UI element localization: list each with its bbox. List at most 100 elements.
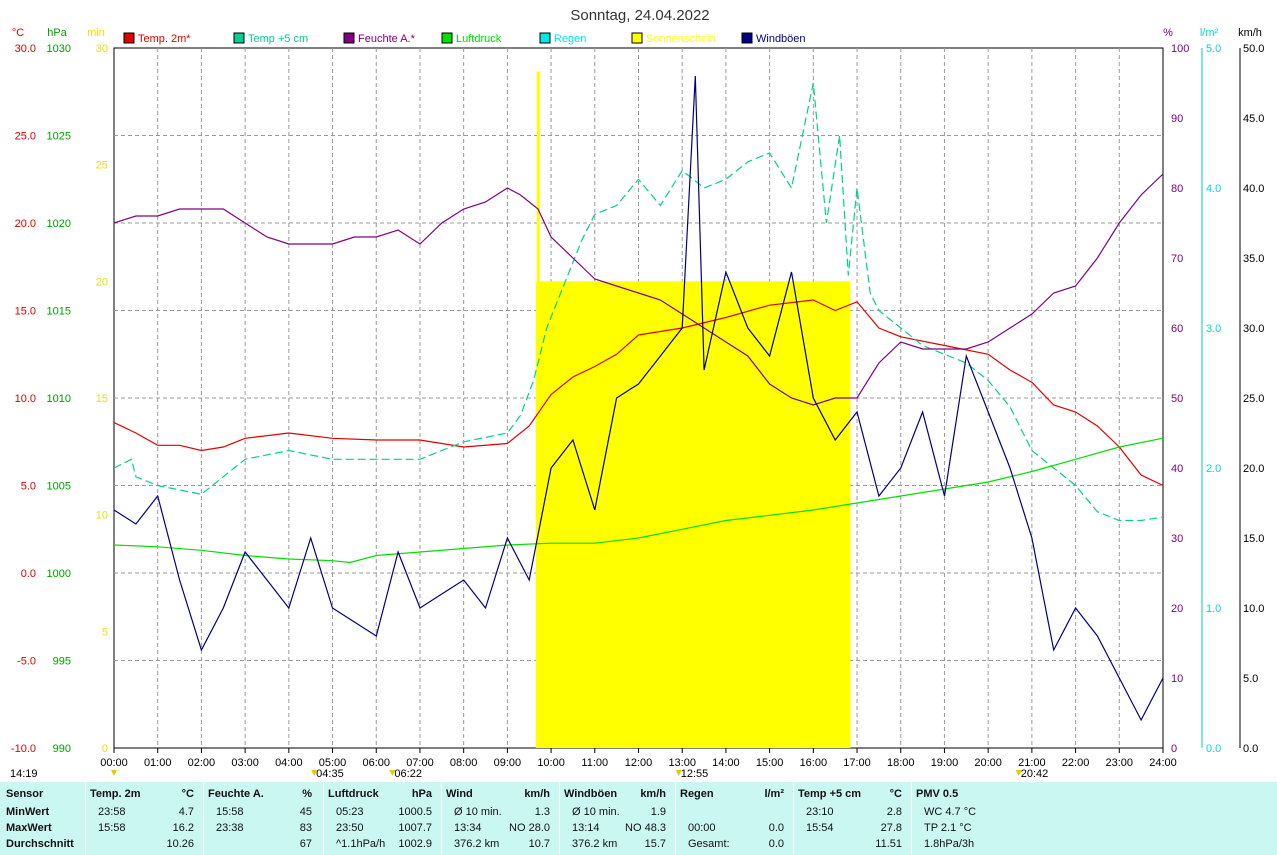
stats-unit: °C bbox=[181, 788, 194, 800]
stats-cell-time: 23:58 bbox=[98, 806, 126, 818]
stats-unit: °C bbox=[889, 788, 902, 800]
statistics-table: Sensor MinWert MaxWert Durchschnitt Temp. 2m… bbox=[0, 782, 1277, 855]
stats-separator bbox=[441, 782, 442, 855]
pressure-axis-unit: hPa bbox=[47, 27, 67, 39]
x-tick-label: 00:00 bbox=[100, 757, 128, 769]
x-tick-label: 08:00 bbox=[450, 757, 478, 769]
stats-cell-time: 15:54 bbox=[806, 822, 834, 834]
stats-cell-value: 11.51 bbox=[875, 838, 902, 850]
pressure_hpa-tick-label: 1000 bbox=[47, 568, 71, 580]
wind_kmh-tick-label: 0.0 bbox=[1243, 743, 1258, 755]
time-marker-label: 14:19 bbox=[10, 768, 38, 780]
chart-title: Sonntag, 24.04.2022 bbox=[570, 7, 709, 24]
legend-swatch bbox=[343, 32, 355, 44]
x-tick-label: 11:00 bbox=[581, 757, 608, 769]
stats-cell-value: 67 bbox=[299, 838, 312, 850]
stats-row-label: Durchschnitt bbox=[6, 838, 74, 850]
legend-swatch bbox=[233, 32, 245, 44]
stats-header: Temp +5 cm bbox=[798, 788, 862, 800]
x-tick-label: 16:00 bbox=[800, 757, 828, 769]
temp_c-tick-label: 25.0 bbox=[15, 131, 36, 143]
pressure_hpa-tick-label: 995 bbox=[53, 656, 71, 668]
wind_kmh-tick-label: 25.0 bbox=[1243, 393, 1264, 405]
time-marker-label: 20:42 bbox=[1021, 768, 1049, 780]
stats-separator bbox=[323, 782, 324, 855]
x-tick-label: 14:00 bbox=[712, 757, 740, 769]
stats-cell-value: 10.26 bbox=[166, 838, 194, 850]
wind_kmh-tick-label: 45.0 bbox=[1243, 113, 1264, 125]
stats-header: Feuchte A. bbox=[208, 788, 264, 800]
stats-row-label: MaxWert bbox=[6, 822, 52, 834]
wind_kmh-tick-label: 30.0 bbox=[1243, 323, 1264, 335]
legend-swatch bbox=[123, 32, 135, 44]
humidity_pct-tick-label: 90 bbox=[1171, 113, 1183, 125]
stats-unit: l/m² bbox=[764, 788, 784, 800]
stats-cell-value: 4.7 bbox=[178, 806, 194, 818]
x-tick-label: 02:00 bbox=[188, 757, 216, 769]
sun_min-tick-label: 10 bbox=[96, 510, 108, 522]
stats-cell-value: 2.8 bbox=[886, 806, 902, 818]
time-marker-label: 12:55 bbox=[681, 768, 709, 780]
humidity_pct-tick-label: 10 bbox=[1171, 673, 1183, 685]
stats-cell-time: 13:14 bbox=[572, 822, 600, 834]
pressure_hpa-tick-label: 1010 bbox=[47, 393, 71, 405]
legend-label: Regen bbox=[554, 33, 586, 45]
temp_c-tick-label: 10.0 bbox=[15, 393, 36, 405]
sun_min-tick-label: 20 bbox=[96, 276, 108, 288]
stats-cell-value: NO 48.3 bbox=[625, 822, 666, 834]
rain_lm2-tick-label: 4.0 bbox=[1206, 183, 1221, 195]
wind-axis-unit: km/h bbox=[1238, 27, 1262, 39]
wind_kmh-tick-label: 20.0 bbox=[1243, 463, 1264, 475]
chart-canvas: 30.025.020.015.010.05.00.0-5.0-10.010301… bbox=[10, 7, 1264, 780]
stats-cell-time: 23:38 bbox=[216, 822, 244, 834]
stats-cell-value: 0.0 bbox=[768, 838, 784, 850]
stats-cell-value: 16.2 bbox=[172, 822, 194, 834]
sun_min-tick-label: 25 bbox=[96, 160, 108, 172]
sunshine-bar bbox=[535, 281, 851, 748]
stats-cell-time: 23:50 bbox=[336, 822, 364, 834]
stats-header: Sensor bbox=[6, 788, 44, 800]
sun_min-tick-label: 30 bbox=[96, 43, 108, 55]
stats-unit: km/h bbox=[640, 788, 666, 800]
legend-label: Temp. 2m* bbox=[138, 33, 191, 45]
legend-label: Windböen bbox=[756, 33, 806, 45]
humidity_pct-tick-label: 100 bbox=[1171, 43, 1189, 55]
legend-label: Luftdruck bbox=[456, 33, 502, 45]
temp_c-tick-label: 5.0 bbox=[21, 481, 36, 493]
stats-cell-value: 45 bbox=[299, 806, 312, 818]
temp_c-tick-label: -5.0 bbox=[17, 656, 36, 668]
stats-cell-time: 23:10 bbox=[806, 806, 834, 818]
humidity_pct-tick-label: 60 bbox=[1171, 323, 1183, 335]
x-tick-label: 15:00 bbox=[756, 757, 784, 769]
legend-swatch bbox=[631, 32, 643, 44]
stats-cell-value: 0.0 bbox=[768, 822, 784, 834]
stats-cell-value: 15.7 bbox=[644, 838, 666, 850]
humidity_pct-tick-label: 40 bbox=[1171, 463, 1183, 475]
x-tick-label: 17:00 bbox=[843, 757, 871, 769]
x-tick-label: 22:00 bbox=[1062, 757, 1090, 769]
stats-cell-time: TP 2.1 °C bbox=[924, 822, 972, 834]
x-tick-label: 09:00 bbox=[494, 757, 522, 769]
time-marker-label: 04:35 bbox=[316, 768, 344, 780]
legend-swatch bbox=[539, 32, 551, 44]
humidity_pct-tick-label: 50 bbox=[1171, 393, 1183, 405]
stats-cell-time: 13:34 bbox=[454, 822, 482, 834]
time-marker-label: 06:22 bbox=[394, 768, 422, 780]
pressure_hpa-tick-label: 1005 bbox=[47, 481, 71, 493]
stats-header: Regen bbox=[680, 788, 714, 800]
wind_kmh-tick-label: 35.0 bbox=[1243, 253, 1264, 265]
stats-separator bbox=[675, 782, 676, 855]
stats-cell-time: 15:58 bbox=[216, 806, 244, 818]
stats-cell-value: 1.3 bbox=[534, 806, 550, 818]
temp_c-tick-label: 0.0 bbox=[21, 568, 36, 580]
stats-cell-time: 05:23 bbox=[336, 806, 364, 818]
humidity_pct-tick-label: 30 bbox=[1171, 533, 1183, 545]
temp_c-tick-label: 20.0 bbox=[15, 218, 36, 230]
stats-separator bbox=[559, 782, 560, 855]
x-tick-label: 04:00 bbox=[275, 757, 303, 769]
sun-axis-unit: min bbox=[87, 27, 105, 39]
pressure_hpa-tick-label: 1025 bbox=[47, 131, 71, 143]
rain_lm2-tick-label: 2.0 bbox=[1206, 463, 1221, 475]
legend-label: Feuchte A.* bbox=[358, 33, 416, 45]
humidity_pct-tick-label: 20 bbox=[1171, 603, 1183, 615]
